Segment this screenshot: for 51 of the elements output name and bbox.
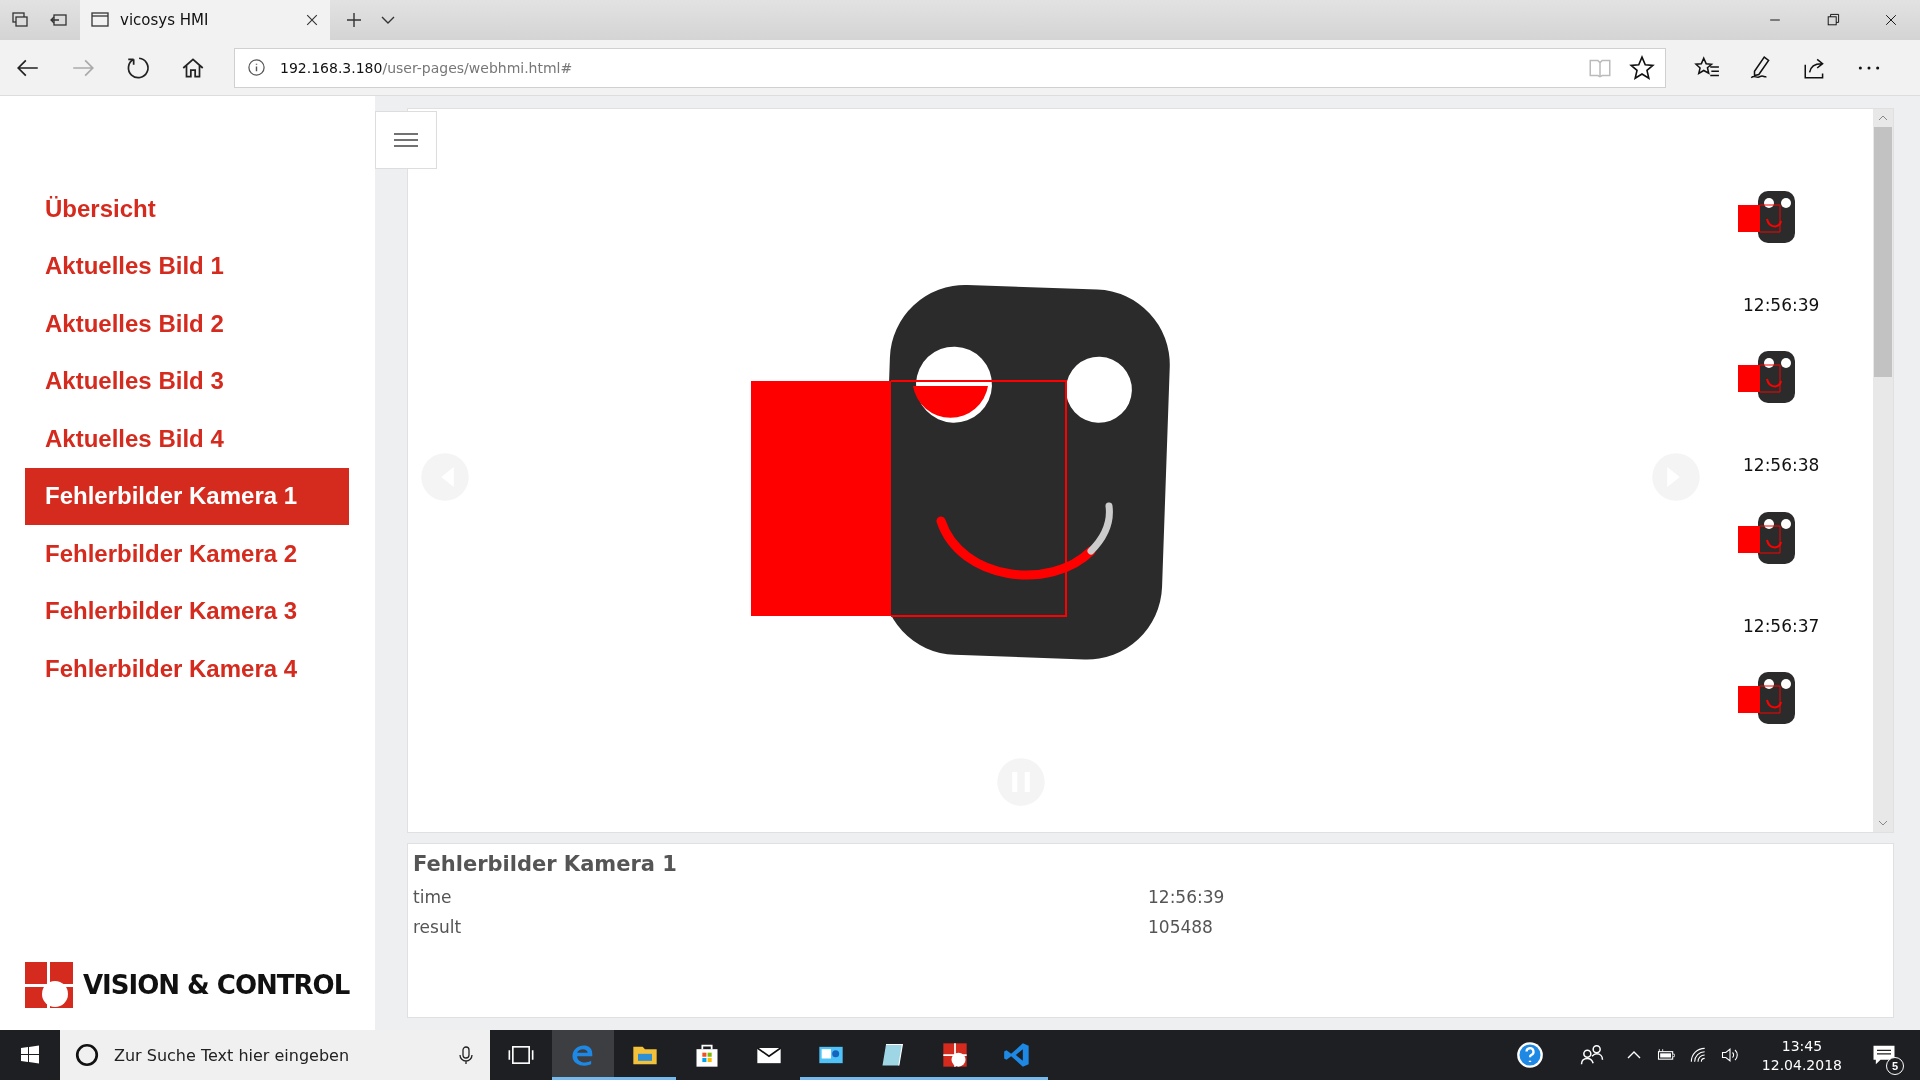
- new-tab-icon[interactable]: [344, 10, 364, 30]
- nav-item[interactable]: Fehlerbilder Kamera 3: [25, 582, 349, 640]
- info-label: result: [413, 917, 463, 937]
- code-editor-icon[interactable]: [1003, 1041, 1031, 1069]
- refresh-icon[interactable]: [125, 54, 151, 81]
- nav-item[interactable]: Aktuelles Bild 3: [25, 352, 349, 410]
- nav-item[interactable]: Aktuelles Bild 4: [25, 410, 349, 468]
- scrollbar[interactable]: [1873, 109, 1893, 832]
- nav-item[interactable]: Fehlerbilder Kamera 2: [25, 525, 349, 583]
- star-icon[interactable]: [1629, 54, 1655, 81]
- nav-item[interactable]: Fehlerbilder Kamera 1: [25, 467, 349, 525]
- info-value: 105488: [1148, 917, 1213, 937]
- scroll-down-icon[interactable]: [1878, 820, 1888, 826]
- help-icon[interactable]: [1515, 1041, 1544, 1069]
- windows-start-icon[interactable]: [20, 1045, 40, 1065]
- browser-tab[interactable]: vicosys HMI: [80, 0, 330, 40]
- address-field[interactable]: 192.168.3.180/user-pages/webhmi.html#: [234, 47, 1666, 88]
- info-icon[interactable]: [247, 58, 266, 77]
- thumbnail-time: 12:56:38: [1743, 455, 1820, 476]
- info-title: Fehlerbilder Kamera 1: [413, 852, 677, 876]
- scroll-up-icon[interactable]: [1878, 115, 1888, 121]
- thumbnail-time: 12:56:39: [1743, 295, 1820, 315]
- menu-button[interactable]: [375, 111, 437, 169]
- thumbnail-time: 12:56:37: [1743, 615, 1820, 636]
- restore-icon[interactable]: [1825, 12, 1841, 28]
- search-field[interactable]: Zur Suche Text hier eingeben: [112, 1044, 444, 1066]
- close-icon[interactable]: [1883, 12, 1899, 28]
- info-label: time: [413, 887, 453, 907]
- thumbnail-image[interactable]: [1738, 511, 1798, 566]
- taskbar-search-bar[interactable]: Zur Suche Text hier eingeben: [60, 1030, 490, 1080]
- taskbar-clock[interactable]: 13:45 12.04.2018: [1761, 1037, 1842, 1073]
- circle-icon[interactable]: [74, 1042, 100, 1068]
- nav-item[interactable]: Fehlerbilder Kamera 4: [25, 640, 349, 698]
- logo-text: VISION & CONTROL: [83, 970, 350, 1000]
- notification-count: 5: [1886, 1057, 1904, 1075]
- close-icon[interactable]: [304, 12, 320, 28]
- window-icon: [90, 10, 110, 30]
- speaker-icon[interactable]: [1719, 1045, 1740, 1065]
- tab-manager-icon[interactable]: [10, 10, 30, 30]
- url-text: 192.168.3.180/user-pages/webhmi.html#: [280, 59, 573, 76]
- thumbnail-image[interactable]: [1738, 351, 1798, 406]
- menu-icon[interactable]: [394, 132, 418, 148]
- logo-app-icon[interactable]: [941, 1041, 969, 1069]
- nav-item[interactable]: Übersicht: [25, 180, 349, 238]
- nav-item[interactable]: Aktuelles Bild 2: [25, 295, 349, 353]
- thumbnail-image[interactable]: [1738, 191, 1798, 245]
- nav-item[interactable]: Aktuelles Bild 1: [25, 237, 349, 295]
- info-value: 12:56:39: [1148, 887, 1225, 907]
- logo-icon: [25, 962, 73, 1008]
- microphone-icon[interactable]: [456, 1045, 476, 1065]
- thumbnail-image[interactable]: [1738, 671, 1798, 726]
